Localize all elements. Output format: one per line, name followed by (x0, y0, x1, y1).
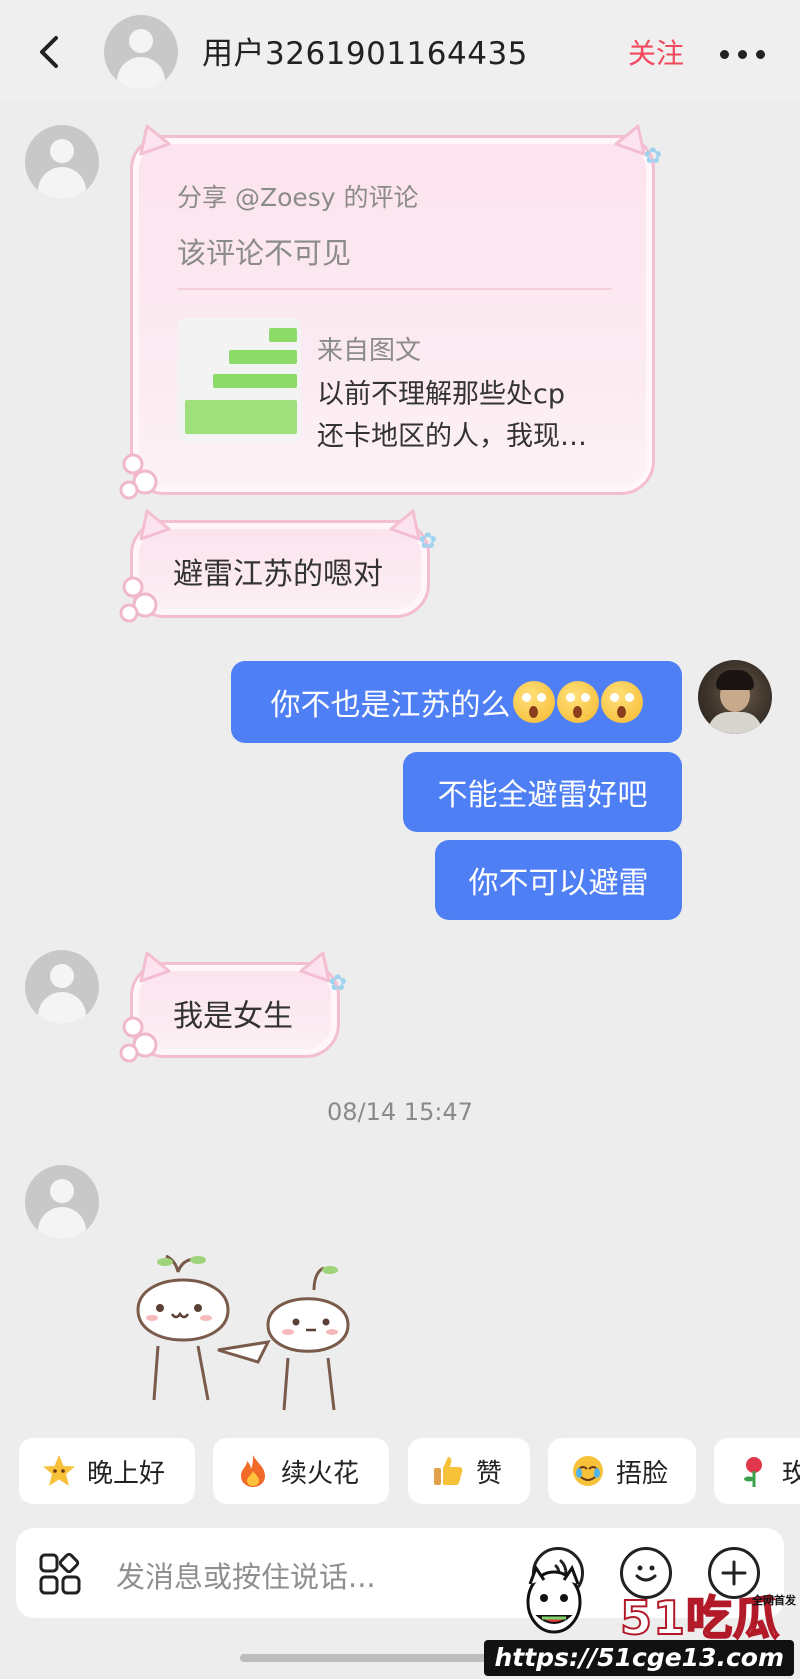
cat-ear-icon (389, 509, 421, 541)
source-label: 来自图文 (317, 336, 422, 366)
follow-button[interactable]: 关注 (628, 32, 684, 72)
message-input[interactable]: 发消息或按住说话... (116, 1554, 376, 1596)
apps-grid-icon[interactable] (38, 1552, 82, 1596)
contact-avatar-small[interactable] (25, 125, 99, 199)
bow-icon: ✿ (328, 971, 347, 996)
quick-reply-chip[interactable]: 玫 (714, 1438, 800, 1504)
post-preview-text: 以前不理解那些处cp 还卡地区的人，我现… (317, 379, 587, 452)
back-button[interactable] (30, 30, 70, 74)
cat-ear-icon (299, 951, 331, 983)
message-text: 你不也是江苏的么 (270, 688, 511, 723)
message-bubble-received[interactable]: ✿ 避雷江苏的嗯对 (119, 509, 437, 623)
cat-ear-icon (614, 124, 646, 156)
my-avatar[interactable] (698, 660, 772, 734)
contact-avatar-small[interactable] (25, 1165, 99, 1239)
bow-icon: ✿ (418, 529, 437, 554)
quick-reply-chip[interactable]: 晚上好 (19, 1438, 195, 1504)
sticker-image[interactable] (118, 1250, 398, 1420)
watermark-url: https://51cge13.com (484, 1640, 794, 1676)
bow-icon: ✿ (643, 144, 662, 169)
message-bubble-sent[interactable]: 不能全避雷好吧 (403, 752, 682, 832)
thumbs-up-icon (434, 1457, 463, 1485)
share-label: 分享 @Zoesy 的评论 (177, 183, 419, 212)
shocked-face-emoji-icon (512, 681, 555, 723)
paw-decoration-icon (119, 1016, 158, 1063)
watermark-tag: 全网首发 (752, 1594, 796, 1607)
message-bubble-sent[interactable]: 你不可以避雷 (435, 840, 682, 920)
more-dots-icon (720, 50, 729, 59)
quick-reply-chip[interactable]: 赞 (408, 1438, 530, 1504)
rose-icon (744, 1457, 762, 1487)
contact-avatar[interactable] (104, 15, 178, 89)
fire-icon (241, 1455, 265, 1487)
star-icon (43, 1455, 75, 1486)
cat-ear-icon (139, 124, 171, 156)
message-text: 不能全避雷好吧 (437, 778, 648, 813)
message-bubble-received[interactable]: ✿ 我是女生 (119, 951, 347, 1063)
divider (177, 288, 612, 290)
quick-reply-chip[interactable]: 捂脸 (548, 1438, 696, 1504)
message-text: 我是女生 (173, 999, 293, 1034)
shocked-face-emoji-icon (600, 681, 643, 723)
shared-comment-card[interactable]: ✿ 分享 @Zoesy 的评论 该评论不可见 来自图文 以前不理解那些处cp 还… (119, 124, 662, 500)
contact-avatar-small[interactable] (25, 950, 99, 1024)
chevron-left-icon (40, 36, 58, 68)
quick-reply-bar: 晚上好 续火花 赞 捂脸 玫 (0, 1438, 800, 1510)
facepalm-icon (573, 1456, 603, 1486)
post-thumbnail[interactable] (177, 318, 301, 442)
message-text: 你不可以避雷 (468, 866, 649, 901)
mascot-logo-icon (526, 1564, 582, 1634)
contact-name-title: 用户3261901164435 (202, 36, 528, 72)
paw-decoration-icon (119, 453, 158, 500)
chat-screen: 用户3261901164435 关注 ✿ 分享 @Zoesy 的评论 该评论不可… (0, 0, 800, 1679)
cat-ear-icon (139, 951, 171, 983)
watermark: 51吃瓜 全网首发 https://51cge13.com (484, 1560, 800, 1679)
message-text: 避雷江苏的嗯对 (173, 557, 383, 592)
cat-ear-icon (139, 509, 171, 541)
quick-reply-chip[interactable]: 续火花 (213, 1438, 389, 1504)
paw-decoration-icon (119, 576, 158, 623)
shocked-face-emoji-icon (556, 681, 599, 723)
more-button[interactable] (718, 38, 768, 68)
hidden-comment-note: 该评论不可见 (177, 236, 352, 270)
chat-header: 用户3261901164435 关注 (0, 0, 800, 100)
message-bubble-sent[interactable]: 你不也是江苏的么 (231, 661, 682, 743)
message-timestamp: 08/14 15:47 (327, 1098, 473, 1126)
